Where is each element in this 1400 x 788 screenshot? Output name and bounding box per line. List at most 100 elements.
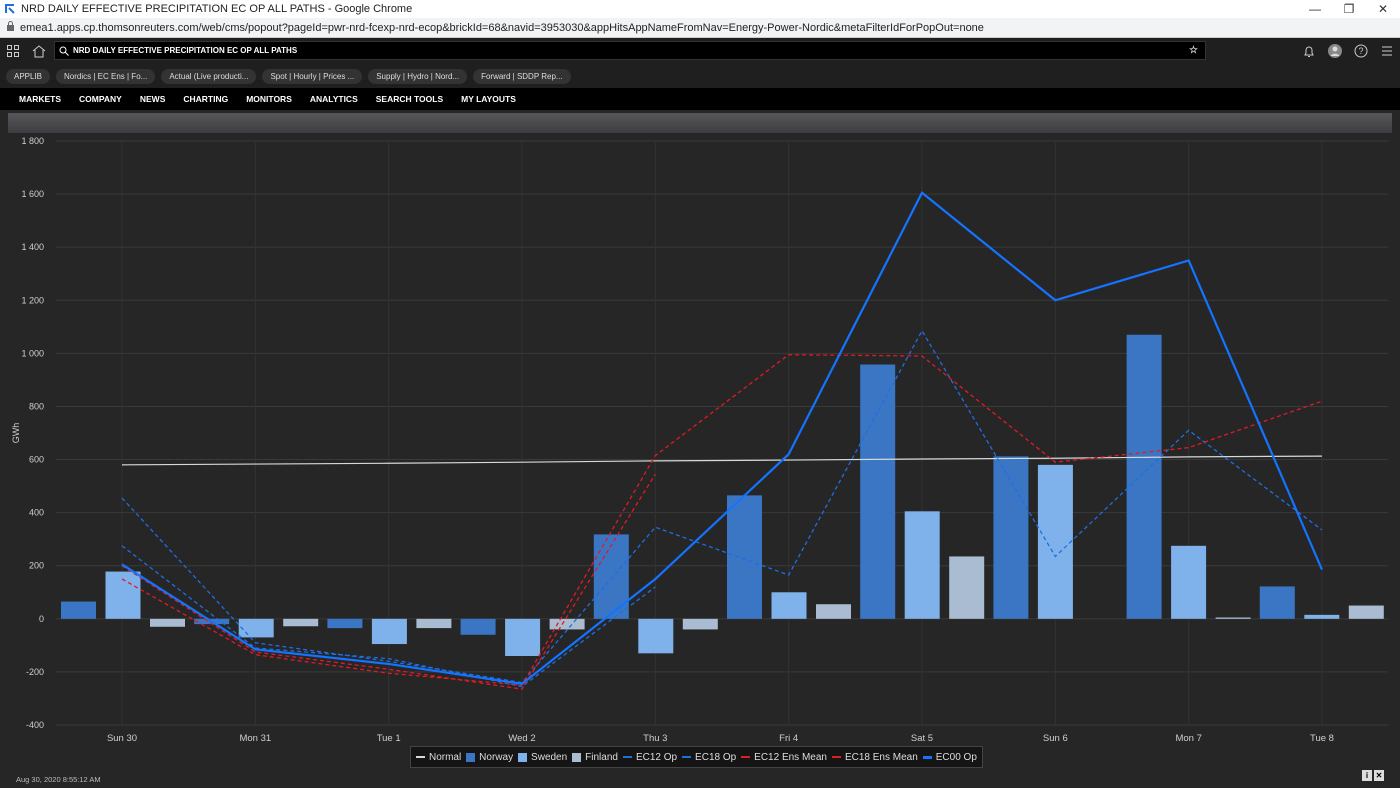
tab-nordics-ec-ens[interactable]: Nordics | EC Ens | Fo... [56,68,156,84]
legend-swatch [922,755,932,759]
menu-charting[interactable]: CHARTING [174,94,237,104]
legend-item-ec12-op[interactable]: EC12 Op [622,752,677,763]
home-icon[interactable] [26,38,52,64]
y-axis-label: GWh [11,423,21,444]
legend-item-norway[interactable]: Norway [466,752,513,763]
legend-item-ec18-ens-mean[interactable]: EC18 Ens Mean [831,751,918,763]
bar-sweden [1037,464,1073,619]
legend-label: EC12 Ens Mean [754,751,827,763]
main-menu: MARKETS COMPANY NEWS CHARTING MONITORS A… [0,88,1400,110]
bar-finland [549,618,585,630]
menu-news[interactable]: NEWS [131,94,175,104]
bar-sweden [505,618,541,656]
tab-applib[interactable]: APPLIB [6,68,51,84]
bar-norway [593,534,629,619]
bar-sweden [904,511,940,619]
url-text[interactable]: emea1.apps.cp.thomsonreuters.com/web/cms… [20,22,984,34]
bar-norway [327,618,363,629]
x-tick-label: Fri 4 [779,733,798,744]
legend-label: Finland [585,751,618,763]
maximize-button[interactable]: ❐ [1332,2,1366,16]
legend-item-ec18-op[interactable]: EC18 Op [682,752,736,763]
legend-item-sweden[interactable]: Sweden [518,752,567,763]
legend-swatch [518,752,528,762]
x-tick-label: Sat 5 [911,733,933,744]
help-icon[interactable]: ? [1348,44,1374,58]
footer-tools: i ✕ [1362,770,1384,781]
tab-spot-hourly[interactable]: Spot | Hourly | Prices ... [262,68,363,84]
menu-my-layouts[interactable]: MY LAYOUTS [452,94,525,104]
x-tick-label: Sun 30 [107,733,137,744]
y-tick-label: 1 000 [21,348,44,358]
tab-forward-sddp[interactable]: Forward | SDDP Rep... [473,68,571,84]
legend-item-ec12-ens-mean[interactable]: EC12 Ens Mean [741,752,827,763]
window-titlebar: NRD DAILY EFFECTIVE PRECIPITATION EC OP … [0,0,1400,18]
legend-label: EC18 Ens Mean [844,751,918,763]
x-tick-label: Mon 7 [1175,733,1201,744]
close-button[interactable]: ✕ [1366,2,1400,16]
bar-sweden [105,571,141,619]
address-bar[interactable]: emea1.apps.cp.thomsonreuters.com/web/cms… [0,18,1400,38]
search-value: NRD DAILY EFFECTIVE PRECIPITATION EC OP … [73,46,298,55]
bar-sweden [1304,614,1340,619]
tab-supply-hydro[interactable]: Supply | Hydro | Nord... [368,68,468,84]
bar-sweden [1171,545,1207,619]
bar-norway [993,456,1029,619]
y-tick-label: 400 [29,508,44,518]
legend-item-ec00-op[interactable]: EC00 Op [922,752,977,763]
y-tick-label: 1 400 [21,242,44,252]
bar-norway [727,495,762,619]
favorite-star-icon[interactable]: ☆ [1189,45,1205,56]
y-tick-label: -400 [26,720,44,730]
app-logo-icon [3,2,17,16]
menu-markets[interactable]: MARKETS [10,94,70,104]
tab-actual-live[interactable]: Actual (Live producti... [161,68,257,84]
bar-norway [460,618,496,635]
x-tick-label: Wed 2 [508,733,535,744]
menu-monitors[interactable]: MONITORS [237,94,301,104]
legend-swatch [741,756,751,758]
y-tick-label: 1 200 [21,295,44,305]
menu-analytics[interactable]: ANALYTICS [301,94,367,104]
legend-swatch [415,756,425,758]
y-tick-label: 1 600 [21,189,44,199]
legend-label: EC18 Op [695,751,737,763]
bar-finland [150,618,185,627]
x-tick-label: Sun 6 [1043,733,1068,744]
menu-icon[interactable] [1374,46,1400,56]
legend-swatch [682,756,692,758]
last-updated-timestamp: Aug 30, 2020 8:55:12 AM [16,775,101,784]
bar-finland [283,618,319,627]
y-tick-label: -200 [26,667,44,677]
bar-sweden [638,618,674,654]
bar-norway [1126,334,1162,619]
bar-norway [61,601,96,619]
search-input[interactable]: NRD DAILY EFFECTIVE PRECIPITATION EC OP … [54,41,1206,60]
lock-icon[interactable] [0,21,20,34]
search-icon [55,46,73,56]
bar-finland [1348,605,1384,619]
menu-search-tools[interactable]: SEARCH TOOLS [367,94,452,104]
x-tick-label: Tue 8 [1310,733,1334,744]
minimize-button[interactable]: — [1298,2,1332,16]
avatar[interactable] [1322,44,1348,58]
svg-text:?: ? [1358,46,1363,56]
legend-label: Normal [428,751,462,763]
popout-close-icon[interactable]: ✕ [1374,770,1384,781]
bar-norway [1259,586,1295,619]
bell-icon[interactable] [1296,45,1322,58]
legend-item-finland[interactable]: Finland [572,752,618,763]
info-icon[interactable]: i [1362,770,1372,781]
bar-finland [416,618,452,629]
legend-item-normal[interactable]: Normal [415,751,462,763]
x-tick-label: Mon 31 [239,733,271,744]
legend-swatch [572,752,582,762]
legend-swatch [622,756,632,758]
legend-label: Norway [479,751,514,763]
y-tick-label: 800 [29,401,44,411]
y-tick-label: 0 [39,614,44,624]
bar-finland [1215,617,1251,619]
precipitation-chart: 1 800 1 600 1 400 1 200 1 000 800 600 400 200 0 -2… [11,136,1388,744]
apps-grid-icon[interactable] [0,38,26,64]
menu-company[interactable]: COMPANY [70,94,131,104]
